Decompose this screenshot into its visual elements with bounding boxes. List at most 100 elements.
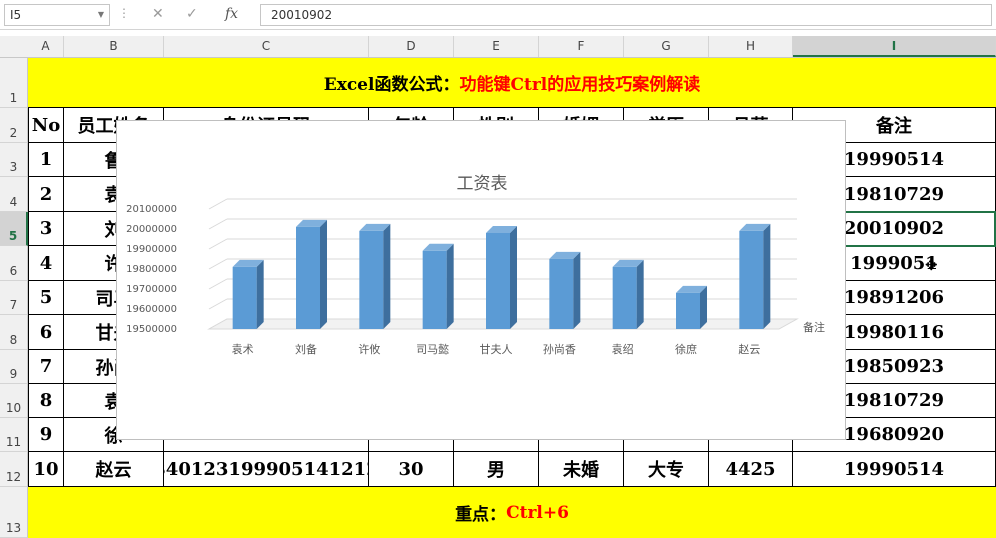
x-tick-label: 许攸 (358, 342, 380, 356)
chart-bar (359, 223, 391, 329)
x-tick-label: 孙尚香 (543, 342, 576, 356)
row-header-3[interactable]: 3 (0, 143, 28, 177)
row-header-8[interactable]: 8 (0, 315, 28, 350)
chart-bar (422, 243, 454, 329)
x-tick-label: 徐庶 (675, 342, 697, 356)
bar-front (359, 230, 384, 329)
y-tick-label: 20100000 (126, 204, 177, 215)
gridline-side (208, 298, 228, 310)
column-header-h[interactable]: H (709, 36, 793, 57)
bar-side (383, 223, 391, 329)
table-cell[interactable]: 赵云 (64, 452, 164, 487)
salary-chart[interactable]: 工资表 19500000 19600000 19700000 19800000 19900… (116, 120, 846, 440)
enter-icon[interactable]: ✓ (186, 6, 198, 22)
chart-bar (549, 251, 581, 329)
gridline-side (208, 278, 228, 290)
table-cell[interactable]: 9 (28, 418, 64, 452)
row-header-label: 11 (5, 435, 22, 449)
bar-side (636, 259, 644, 329)
row-header-12[interactable]: 12 (0, 452, 28, 487)
table-cell[interactable]: 大专 (624, 452, 709, 487)
row-header-10[interactable]: 10 (0, 384, 28, 418)
table-cell[interactable]: 8 (28, 384, 64, 418)
row-header-1[interactable]: 1 (0, 58, 28, 108)
y-tick-label: 19900000 (126, 244, 177, 255)
bar-side (573, 251, 581, 329)
name-box[interactable]: I5 ▼ (4, 4, 110, 26)
row-header-5[interactable]: 5 (0, 212, 28, 246)
table-cell[interactable]: 未婚 (539, 452, 624, 487)
bar-front (486, 232, 510, 329)
table-cell[interactable]: 7 (28, 350, 64, 384)
chart-bar (739, 223, 771, 329)
x-tick-label: 袁绍 (612, 342, 634, 356)
y-tick-label: 19800000 (126, 264, 177, 275)
table-cell[interactable]: 340123199905141212 (164, 452, 369, 487)
bar-side (763, 223, 771, 329)
column-header-bar: ABCDEFGHI (0, 36, 996, 58)
table-cell[interactable]: 5 (28, 281, 64, 315)
x-tick-label: 司马懿 (416, 342, 449, 356)
table-cell[interactable]: 3 (28, 212, 64, 246)
bar-side (256, 259, 264, 329)
bar-front (549, 258, 574, 329)
table-cell[interactable]: 1 (28, 143, 64, 177)
gridline-side (208, 218, 228, 230)
table-cell[interactable]: 2 (28, 177, 64, 212)
title-text-black: Excel函数公式： (323, 75, 460, 95)
row-header-label: 13 (5, 521, 22, 535)
footer-text-black: 重点： (455, 505, 507, 525)
row-header-9[interactable]: 9 (0, 350, 28, 384)
title-band[interactable]: Excel函数公式： 功能键Ctrl的应用技巧案例解读 (28, 58, 996, 108)
bar-front (422, 250, 447, 329)
row-header-label: 5 (8, 229, 18, 243)
row-header-2[interactable]: 2 (0, 108, 28, 143)
column-header-g[interactable]: G (624, 36, 709, 57)
column-header-f[interactable]: F (539, 36, 624, 57)
bar-side (320, 219, 327, 329)
row-header-label: 6 (9, 264, 18, 278)
row-header-4[interactable]: 4 (0, 177, 28, 212)
table-cell[interactable]: 19990514 (793, 452, 996, 487)
table-cell[interactable]: 30 (369, 452, 454, 487)
insert-function-icon[interactable]: fx (225, 6, 238, 22)
row-header-label: 9 (9, 367, 18, 381)
table-cell[interactable]: 4425 (709, 452, 793, 487)
y-tick-label: 20000000 (126, 224, 177, 235)
x-tick-label: 赵云 (738, 342, 760, 356)
x-tick-label: 刘备 (295, 342, 317, 356)
table-cell[interactable]: 4 (28, 246, 64, 281)
title-text-red: 功能键Ctrl的应用技巧案例解读 (459, 75, 701, 95)
y-tick-label: 19500000 (126, 324, 177, 335)
column-header-i[interactable]: I (793, 36, 996, 57)
column-header-e[interactable]: E (454, 36, 539, 57)
footer-band[interactable]: 重点： Ctrl+6 (28, 487, 996, 538)
column-header-c[interactable]: C (164, 36, 369, 57)
row-header-label: 12 (5, 470, 22, 484)
chevron-down-icon[interactable]: ▼ (98, 10, 104, 19)
row-header-11[interactable]: 11 (0, 418, 28, 452)
table-cell[interactable]: 10 (28, 452, 64, 487)
row-header-6[interactable]: 6 (0, 246, 28, 281)
bar-front (232, 266, 257, 329)
formula-input[interactable]: 20010902 (260, 4, 992, 26)
table-cell[interactable]: 6 (28, 315, 64, 350)
cell-cursor-icon: ✥ (925, 256, 938, 274)
table-cell[interactable]: 男 (454, 452, 539, 487)
name-box-value: I5 (10, 8, 22, 22)
header-cell[interactable]: No (28, 108, 64, 143)
row-header-13[interactable]: 13 (0, 487, 28, 538)
formula-bar: I5 ▼ ⋮ ✕ ✓ fx 20010902 (0, 0, 996, 30)
x-tick-label: 袁术 (232, 343, 254, 356)
cancel-icon[interactable]: ✕ (152, 6, 164, 22)
formula-buttons: ✕ ✓ fx (140, 4, 254, 26)
column-header-b[interactable]: B (64, 36, 164, 57)
row-header-7[interactable]: 7 (0, 281, 28, 315)
bar-side (446, 243, 454, 329)
column-header-d[interactable]: D (369, 36, 454, 57)
row-header-label: 4 (9, 195, 18, 209)
chart-bar (612, 259, 644, 329)
chart-bar (676, 285, 707, 329)
column-header-a[interactable]: A (28, 36, 64, 57)
bar-front (739, 230, 764, 329)
